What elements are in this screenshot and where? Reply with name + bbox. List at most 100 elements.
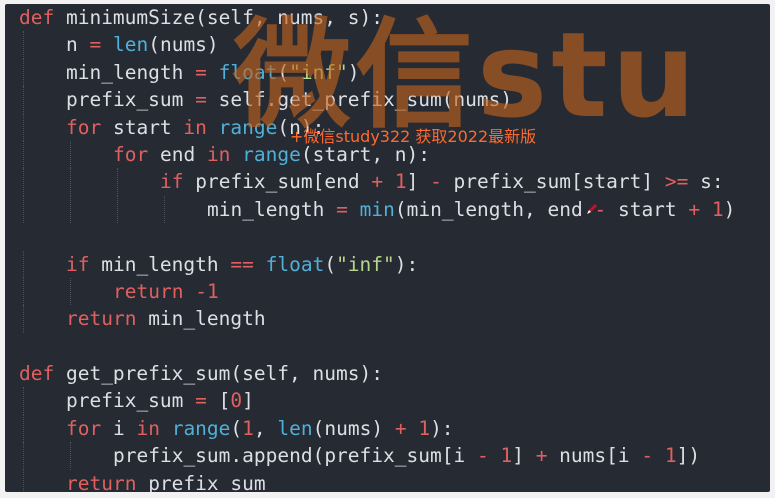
code-line[interactable]: return prefix_sum — [19, 469, 735, 492]
code-token: + — [394, 416, 407, 440]
code-line[interactable]: if min_length == float("inf"): — [19, 250, 735, 278]
code-token: end — [148, 142, 207, 166]
indent-guide — [23, 86, 24, 114]
code-line-content: for end in range(start, n): — [19, 143, 430, 166]
code-token: start — [606, 197, 689, 221]
code-token: for — [113, 142, 149, 166]
code-line[interactable]: def minimumSize(self, nums, s): — [19, 4, 735, 31]
code-token: if — [160, 170, 184, 194]
indent-guide — [23, 305, 24, 333]
code-token: , — [253, 416, 278, 440]
code-token: if — [66, 252, 90, 276]
code-token: min_length — [207, 197, 337, 221]
code-line-content: if prefix_sum[end + 1] - prefix_sum[star… — [19, 170, 724, 193]
indent-guide — [23, 414, 24, 443]
indent-guide — [70, 195, 71, 224]
code-editor[interactable]: def minimumSize(self, nums, s): n = len(n… — [5, 4, 770, 492]
code-line-content: def minimumSize(self, nums, s): — [19, 6, 383, 29]
code-token: + — [371, 170, 384, 194]
code-line[interactable]: return min_length — [19, 305, 735, 333]
code-token: ] — [242, 389, 254, 413]
code-token: return — [66, 471, 137, 492]
code-token: prefix_sum[end — [183, 170, 372, 194]
code-token: prefix_sum.append(prefix_sum[i — [113, 444, 477, 468]
indent-guide — [70, 140, 71, 169]
code-line[interactable]: for start in range(n): — [19, 113, 735, 141]
code-token: prefix_sum — [66, 389, 196, 413]
code-token: in — [206, 142, 231, 166]
code-token: -1 — [195, 279, 219, 303]
code-line[interactable]: prefix_sum = self.get_prefix_sum(nums) — [19, 86, 735, 114]
code-token: range — [242, 142, 301, 166]
indent-guide — [117, 195, 118, 224]
code-token: for — [66, 416, 102, 440]
code-line[interactable]: prefix_sum = [0] — [19, 387, 735, 415]
code-token: = — [195, 60, 207, 84]
code-line-content: min_length = float("inf") — [19, 61, 360, 84]
code-line[interactable]: return -1 — [19, 277, 735, 306]
code-token: in — [183, 115, 207, 139]
code-token: in — [136, 416, 160, 440]
indent-guide — [23, 168, 24, 196]
code-line-content: if min_length == float("inf"): — [19, 253, 418, 276]
code-token: ]) — [676, 444, 701, 468]
indent-guide — [23, 277, 24, 306]
code-token: minimumSize(self, nums, s): — [54, 6, 383, 29]
code-line[interactable]: def get_prefix_sum(self, nums): — [19, 360, 735, 387]
code-line-content: def get_prefix_sum(self, nums): — [19, 362, 383, 385]
code-token: - — [641, 444, 654, 468]
code-token: min_length — [136, 307, 266, 331]
code-line[interactable]: for i in range(1, len(nums) + 1): — [19, 414, 735, 443]
code-token: i — [101, 416, 137, 440]
code-line-content: for start in range(n): — [19, 116, 324, 139]
code-line-content: return prefix_sum — [19, 472, 266, 492]
code-line[interactable] — [19, 223, 735, 250]
code-token: 1 — [242, 416, 254, 440]
code-line[interactable]: for end in range(start, n): — [19, 140, 735, 169]
code-line[interactable]: min_length = float("inf") — [19, 58, 735, 87]
code-token: ( — [230, 416, 243, 440]
indent-guide — [23, 58, 24, 87]
code-token: ) — [723, 197, 736, 221]
code-token: ] — [406, 170, 431, 194]
indent-guide — [164, 195, 165, 224]
code-token: + — [535, 444, 548, 468]
code-token: ) — [347, 60, 360, 84]
code-line-content: return min_length — [19, 307, 266, 330]
code-line[interactable] — [19, 333, 735, 360]
code-token: (n): — [277, 115, 325, 139]
code-token: return — [113, 279, 184, 303]
code-line[interactable]: n = len(nums) — [19, 31, 735, 59]
code-line-content: min_length = min(min_length, end - start… — [19, 198, 735, 221]
code-token: s: — [688, 170, 724, 194]
code-line[interactable]: min_length = min(min_length, end - start… — [19, 195, 735, 224]
code-line[interactable]: if prefix_sum[end + 1] - prefix_sum[star… — [19, 168, 735, 196]
code-token: start — [101, 115, 184, 139]
indent-guide — [23, 113, 24, 141]
code-line[interactable]: prefix_sum.append(prefix_sum[i - 1] + nu… — [19, 442, 735, 470]
code-token: 0 — [230, 389, 243, 413]
code-token: float — [218, 60, 278, 84]
code-token: - — [430, 170, 442, 194]
code-token: 1 — [500, 444, 513, 468]
code-token: min_length — [89, 252, 231, 276]
code-area[interactable]: def minimumSize(self, nums, s): n = len(n… — [19, 4, 735, 492]
code-token: nums[i — [547, 444, 642, 468]
code-token: = — [195, 389, 207, 413]
code-token: prefix_sum — [136, 471, 266, 492]
code-token: ] — [512, 444, 536, 468]
indent-guide — [23, 31, 24, 59]
code-token: + — [688, 197, 701, 221]
code-token: ): — [394, 252, 419, 276]
code-token: for — [66, 115, 102, 139]
indent-guide — [70, 168, 71, 196]
code-token: (nums) — [312, 416, 395, 440]
code-token: prefix_sum — [66, 88, 196, 112]
